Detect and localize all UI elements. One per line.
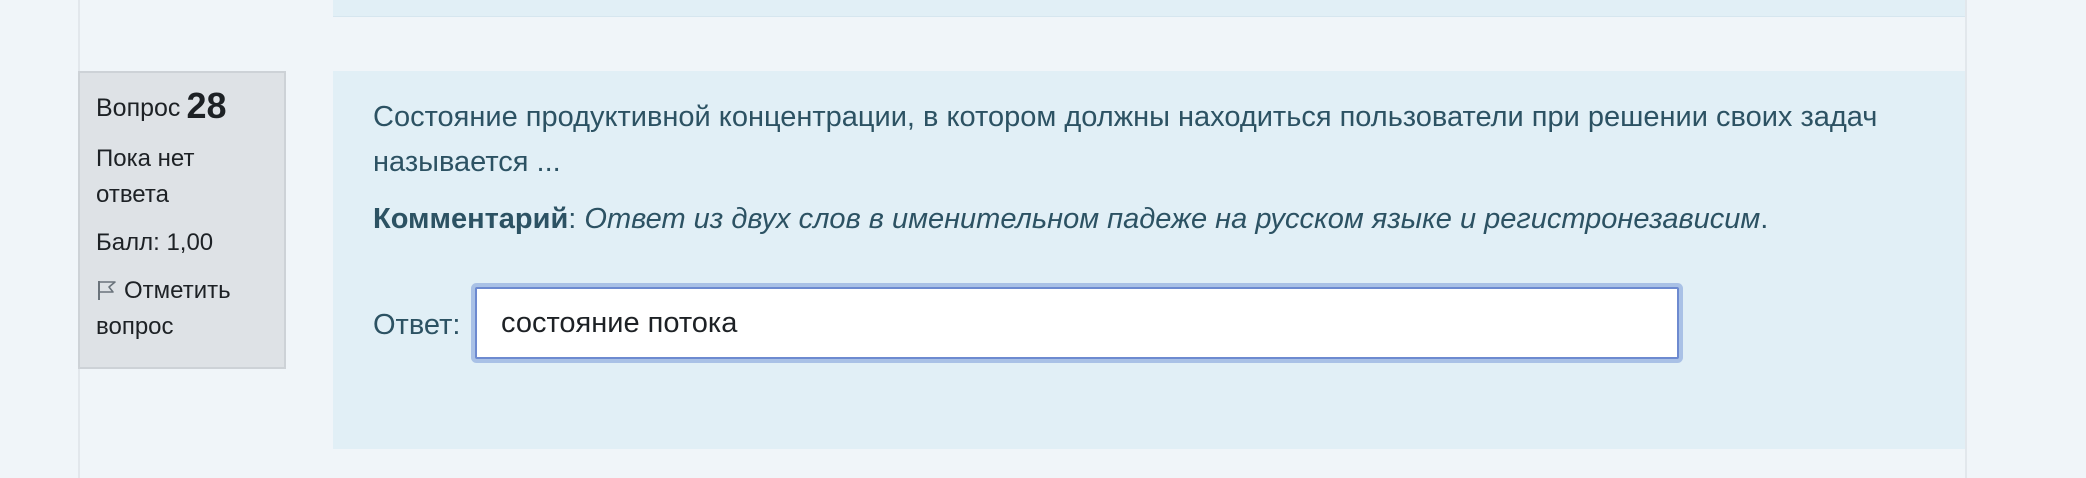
comment-text: Ответ из двух слов в именительном падеже… [584, 203, 1761, 235]
question-number-value: 28 [186, 85, 227, 126]
flag-icon [96, 276, 118, 300]
comment-separator: : [568, 203, 577, 235]
flag-question-label-line1: Отметить [124, 277, 231, 304]
flag-question-button[interactable]: Отметить вопрос [96, 273, 268, 345]
answer-label: Ответ: [373, 309, 461, 341]
comment-label: Комментарий [373, 203, 569, 235]
question-state: Пока нет ответа [96, 141, 268, 213]
comment-end: . [1760, 203, 1769, 235]
previous-question-content [333, 0, 1965, 17]
question-number-label: Вопрос [96, 94, 181, 122]
question-info-panel: Вопрос 28 Пока нет ответа Балл: 1,00 Отме… [78, 71, 286, 369]
question-state-line2: ответа [96, 181, 169, 208]
question-state-line1: Пока нет [96, 145, 195, 172]
question-comment: Комментарий: Ответ из двух слов в именит… [373, 199, 1933, 239]
page-border-right [1965, 0, 1967, 478]
question-content: Состояние продуктивной концентрации, в к… [333, 71, 1965, 449]
question-number: Вопрос 28 [96, 85, 268, 129]
question-grade: Балл: 1,00 [96, 229, 214, 256]
question-text: Состояние продуктивной концентрации, в к… [373, 101, 1878, 178]
answer-input[interactable] [475, 287, 1679, 359]
flag-question-label-line2: вопрос [96, 313, 174, 340]
